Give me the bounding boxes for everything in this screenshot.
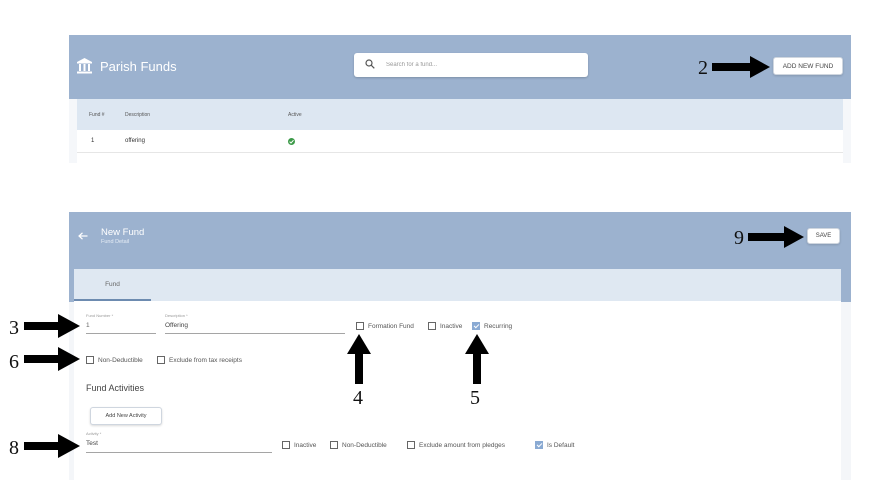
- checkbox-box[interactable]: [157, 356, 165, 364]
- exclude-tax-receipts-checkbox[interactable]: Exclude from tax receipts: [157, 356, 242, 364]
- right-arrow-icon: [748, 226, 804, 248]
- non-deductible-checkbox[interactable]: Non-Deductible: [86, 356, 143, 364]
- checkbox-box-checked[interactable]: [472, 322, 480, 330]
- annotation-number: 6: [9, 351, 19, 373]
- column-header-description[interactable]: Description: [125, 112, 150, 118]
- right-arrow-icon: [24, 347, 80, 371]
- table-header: Fund # Description Active: [77, 99, 843, 130]
- activity-non-deductible-checkbox[interactable]: Non-Deductible: [330, 441, 387, 449]
- add-new-fund-button[interactable]: ADD NEW FUND: [773, 57, 843, 75]
- activity-field[interactable]: Test: [86, 439, 266, 449]
- checkbox-box-checked[interactable]: [535, 441, 543, 449]
- table-row[interactable]: 1 offering: [77, 130, 843, 153]
- formation-fund-checkbox[interactable]: Formation Fund: [356, 322, 414, 330]
- page-title: Parish Funds: [100, 59, 177, 74]
- tab-fund[interactable]: Fund: [74, 269, 151, 301]
- annotation-number: 4: [353, 387, 363, 409]
- formation-fund-label: Formation Fund: [368, 322, 414, 330]
- checkbox-box[interactable]: [428, 322, 436, 330]
- back-arrow-icon[interactable]: [78, 232, 88, 240]
- bank-icon: [77, 58, 92, 74]
- is-default-checkbox[interactable]: Is Default: [535, 441, 574, 449]
- recurring-checkbox[interactable]: Recurring: [472, 322, 512, 330]
- save-button[interactable]: SAVE: [807, 228, 840, 244]
- activity-inactive-checkbox[interactable]: Inactive: [282, 441, 316, 449]
- checkbox-box[interactable]: [282, 441, 290, 449]
- exclude-pledges-label: Exclude amount from pledges: [419, 441, 505, 449]
- column-header-fund-number[interactable]: Fund #: [89, 112, 105, 118]
- right-arrow-icon: [712, 56, 770, 78]
- checkbox-box[interactable]: [407, 441, 415, 449]
- inactive-label: Inactive: [440, 322, 463, 330]
- column-header-active[interactable]: Active: [288, 112, 302, 118]
- activity-label: Activity *: [86, 431, 102, 436]
- add-new-activity-button[interactable]: Add New Activity: [90, 407, 162, 425]
- exclude-tax-receipts-label: Exclude from tax receipts: [169, 356, 242, 364]
- fund-number-label: Fund Number *: [86, 313, 114, 318]
- annotation-number: 9: [734, 227, 744, 249]
- is-default-label: Is Default: [547, 441, 575, 449]
- exclude-pledges-checkbox[interactable]: Exclude amount from pledges: [407, 441, 505, 449]
- annotation-number: 8: [9, 437, 19, 459]
- annotation-number: 3: [9, 317, 19, 339]
- activity-inactive-label: Inactive: [294, 441, 317, 449]
- tab-bar: Fund: [74, 269, 841, 301]
- funds-table: Fund # Description Active 1 offering: [77, 99, 843, 163]
- checkbox-box[interactable]: [86, 356, 94, 364]
- description-underline: [165, 333, 345, 334]
- search-box[interactable]: [354, 53, 588, 77]
- right-arrow-icon: [24, 314, 80, 338]
- fund-number-field[interactable]: 1: [86, 321, 146, 331]
- non-deductible-label: Non-Deductible: [98, 356, 143, 364]
- up-arrow-icon: [347, 334, 371, 384]
- new-fund-panel: New Fund Fund Detail SAVE Fund Fund Numb…: [69, 212, 851, 480]
- page-title: New Fund: [101, 227, 145, 238]
- annotation-number: 5: [470, 387, 480, 409]
- fund-activities-title: Fund Activities: [86, 383, 145, 393]
- active-check-icon: [288, 138, 295, 145]
- cell-fund-number: 1: [91, 138, 95, 144]
- checkbox-box[interactable]: [330, 441, 338, 449]
- annotation-number: 2: [698, 57, 708, 79]
- activity-underline: [86, 452, 272, 453]
- cell-description: offering: [125, 138, 145, 144]
- recurring-label: Recurring: [484, 322, 513, 330]
- search-icon: [365, 59, 375, 69]
- page-subtitle: Fund Detail: [101, 239, 130, 245]
- search-input[interactable]: [386, 53, 576, 77]
- fund-form: Fund Number * 1 Description * Offering F…: [74, 301, 841, 480]
- description-field[interactable]: Offering: [165, 321, 335, 331]
- checkbox-box[interactable]: [356, 322, 364, 330]
- fund-number-underline: [86, 333, 156, 334]
- parish-funds-panel: Parish Funds ADD NEW FUND Fund # Descrip…: [69, 35, 851, 163]
- activity-non-deductible-label: Non-Deductible: [342, 441, 387, 449]
- description-label: Description *: [165, 313, 188, 318]
- up-arrow-icon: [465, 334, 489, 384]
- inactive-checkbox[interactable]: Inactive: [428, 322, 462, 330]
- right-arrow-icon: [24, 434, 80, 458]
